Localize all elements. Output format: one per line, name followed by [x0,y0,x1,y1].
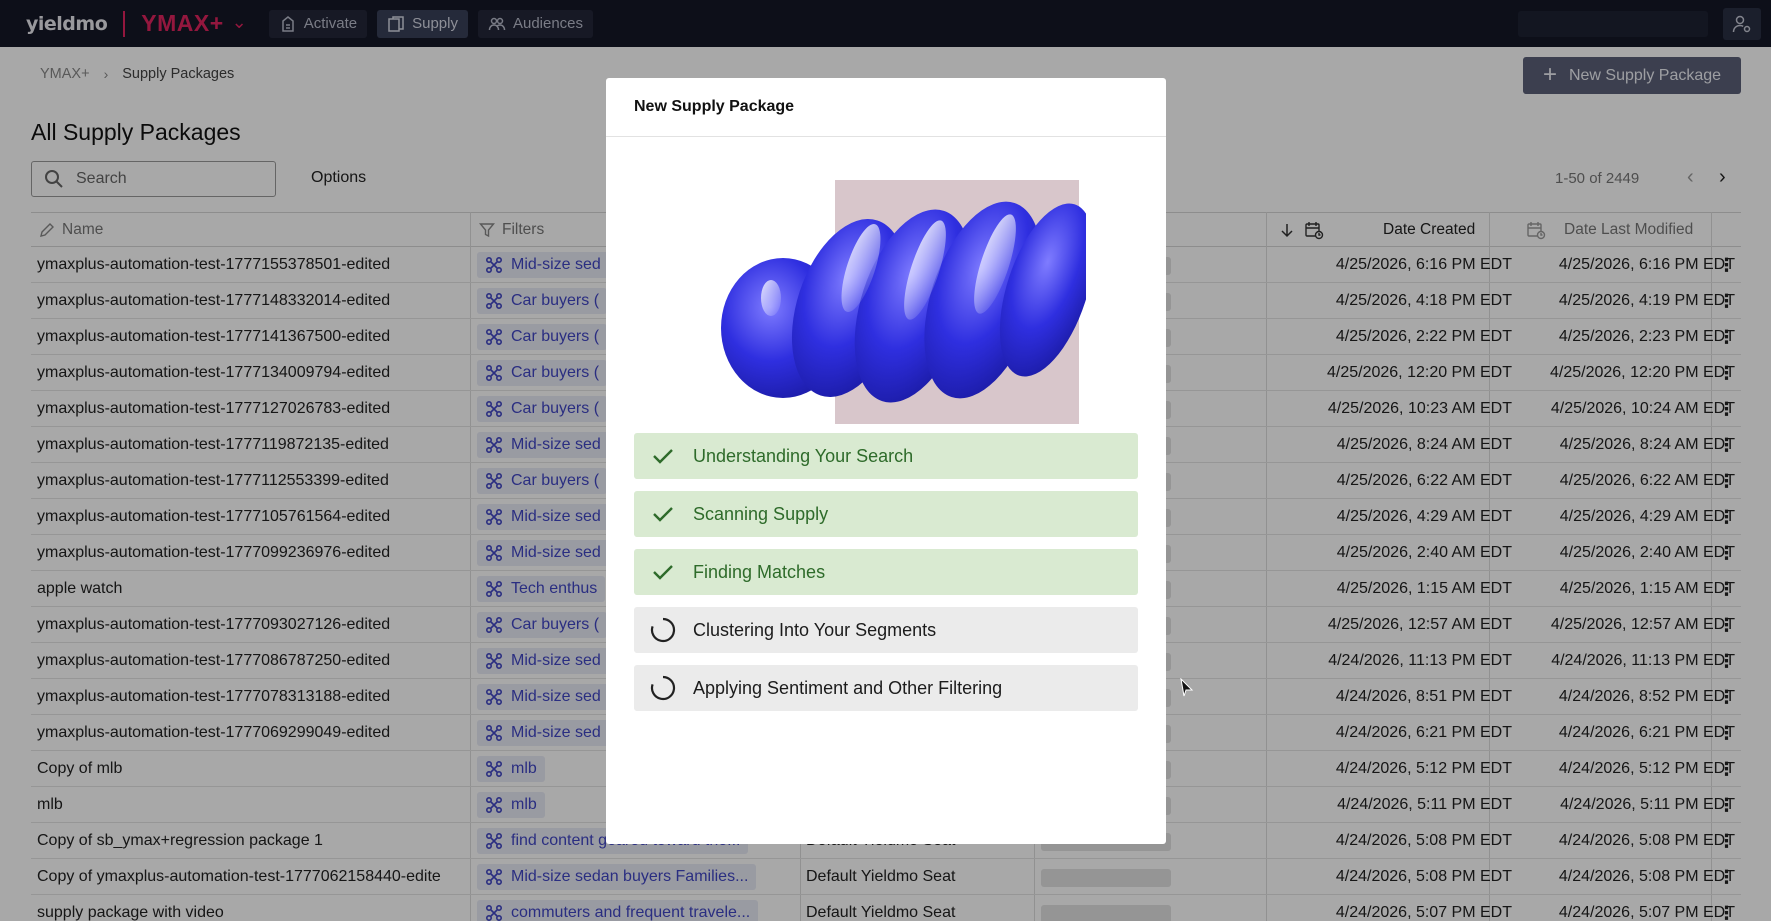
spinner-icon [650,617,676,643]
progress-step: Scanning Supply [634,491,1138,537]
progress-step: Finding Matches [634,549,1138,595]
loading-illustration [721,180,1086,424]
modal-title: New Supply Package [606,78,1166,137]
app-window: yieldmo YMAX+ ⌄ Activate Supply Audience… [0,0,1771,921]
progress-step: Applying Sentiment and Other Filtering [634,665,1138,711]
checkmark-icon [653,565,673,580]
progress-step-label: Understanding Your Search [693,445,914,466]
spinner-icon [650,675,676,701]
progress-step-label: Clustering Into Your Segments [693,619,937,640]
new-supply-package-modal: New Supply Package Understanding Your Se… [606,78,1166,844]
checkmark-icon [653,449,673,464]
progress-step-label: Finding Matches [693,561,826,582]
mouse-cursor-icon [1180,678,1194,697]
progress-step-label: Scanning Supply [693,503,829,524]
progress-step-label: Applying Sentiment and Other Filtering [693,677,1003,698]
progress-step: Understanding Your Search [634,433,1138,479]
checkmark-icon [653,507,673,522]
progress-step: Clustering Into Your Segments [634,607,1138,653]
